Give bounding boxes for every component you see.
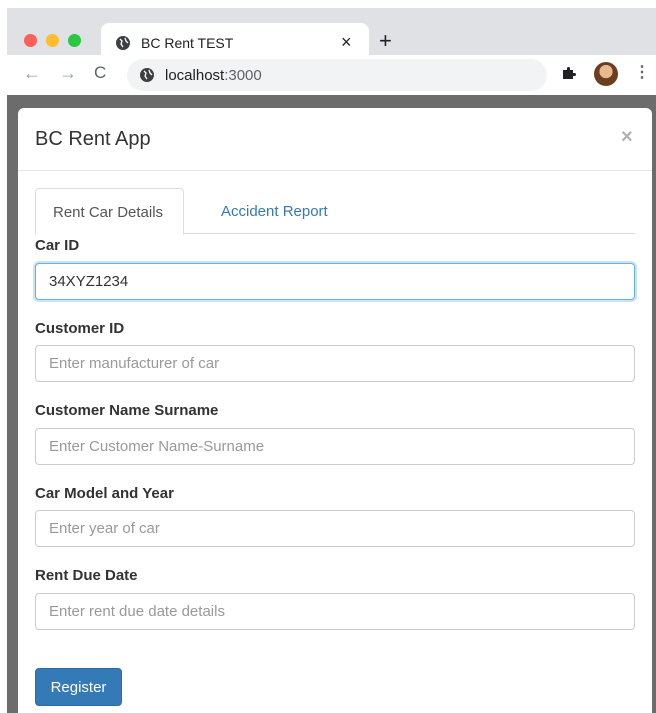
forward-button[interactable]: → [59, 63, 77, 83]
modal-header: BC Rent App × [18, 108, 652, 171]
browser-tab-bar: BC Rent TEST × + [7, 8, 656, 63]
minimize-window-icon[interactable] [46, 34, 59, 47]
register-button[interactable]: Register [35, 668, 122, 706]
customer-id-field[interactable] [35, 345, 635, 382]
car-model-label: Car Model and Year [35, 485, 174, 502]
browser-toolbar: ← → C localhost:3000 ⋮ [7, 55, 656, 95]
window-controls [24, 34, 81, 47]
avatar[interactable] [594, 62, 618, 86]
car-id-label: Car ID [35, 237, 80, 254]
car-model-field[interactable] [35, 510, 635, 547]
tab-rent-car-details[interactable]: Rent Car Details [35, 188, 184, 235]
back-button[interactable]: ← [23, 63, 41, 83]
rent-due-field[interactable] [35, 593, 635, 630]
puzzle-icon[interactable] [561, 65, 577, 81]
globe-icon [140, 68, 154, 82]
car-id-field[interactable] [35, 263, 635, 300]
tab-title: BC Rent TEST [141, 35, 234, 51]
customer-name-field[interactable] [35, 428, 635, 465]
new-tab-button[interactable]: + [379, 30, 392, 52]
customer-name-label: Customer Name Surname [35, 402, 219, 419]
close-tab-icon[interactable]: × [341, 32, 352, 52]
customer-id-label: Customer ID [35, 320, 125, 337]
close-window-icon[interactable] [24, 34, 37, 47]
reload-button[interactable]: C [94, 63, 106, 83]
url-text: localhost:3000 [165, 67, 262, 84]
tab-list: Rent Car Details Accident Report [35, 188, 635, 235]
menu-icon[interactable]: ⋮ [634, 64, 650, 82]
globe-icon [116, 36, 130, 50]
tab-accident-report[interactable]: Accident Report [204, 188, 345, 234]
modal-title: BC Rent App [35, 128, 151, 150]
close-icon[interactable]: × [621, 126, 633, 148]
rent-due-label: Rent Due Date [35, 567, 138, 584]
url-port: :3000 [224, 67, 262, 84]
modal-dialog: BC Rent App × Rent Car Details Accident … [18, 108, 652, 713]
url-host: localhost [165, 67, 225, 84]
address-bar[interactable]: localhost:3000 [127, 59, 547, 91]
maximize-window-icon[interactable] [68, 34, 81, 47]
